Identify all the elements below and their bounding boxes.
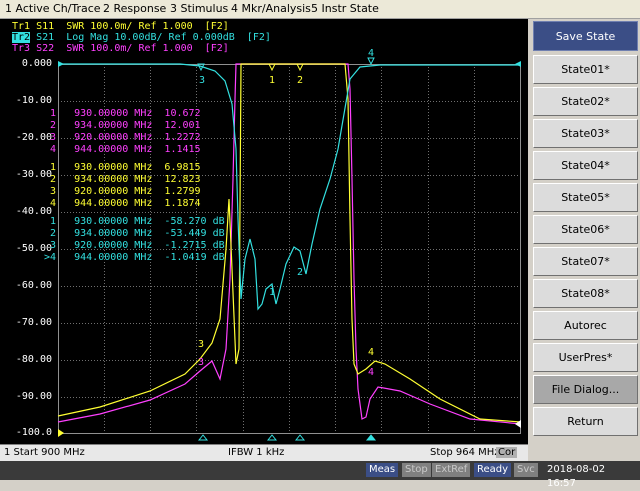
marker-row: 3 920.00000 MHz 1.2799 [50, 186, 201, 197]
marker-label: 4 [368, 347, 374, 358]
marker-row: 1 930.00000 MHz 10.672 [50, 108, 201, 119]
y-axis-label: -10.00 [15, 95, 52, 106]
softkey-state06[interactable]: State06* [533, 215, 638, 244]
marker-label: 2 [297, 267, 303, 278]
marker-row: 2 934.00000 MHz -53.449 dB [50, 228, 225, 239]
marker-row: 4 944.00000 MHz 1.1415 [50, 144, 201, 155]
softkey-return[interactable]: Return [533, 407, 638, 436]
channel-status-line: 1 Start 900 MHz IFBW 1 kHz Stop 964 MHz … [0, 444, 528, 461]
trace-label-tr2[interactable]: Tr2 S21 Log Mag 10.00dB/ Ref 0.000dB [F2… [12, 32, 271, 43]
stop-indicator: Stop [402, 463, 431, 477]
marker-row: 4 944.00000 MHz 1.1874 [50, 198, 201, 209]
softkey-state07[interactable]: State07* [533, 247, 638, 276]
start-frequency[interactable]: 1 Start 900 MHz [4, 447, 85, 458]
trace-label-tr1[interactable]: Tr1 S11 SWR 100.0m/ Ref 1.000 [F2] [12, 21, 229, 32]
y-axis-label: -90.00 [15, 391, 52, 402]
ref-arrow-left-icon [58, 61, 64, 67]
marker-row: >4 944.00000 MHz -1.0419 dB [44, 252, 225, 263]
softkey-userpres[interactable]: UserPres* [533, 343, 638, 372]
marker-row: 2 934.00000 MHz 12.001 [50, 120, 201, 131]
softkey-state05[interactable]: State05* [533, 183, 638, 212]
plot-area[interactable]: 3 1 2 4 1 2 3 3 4 4 Tr1 S11 SWR 100.0m/ [0, 19, 528, 444]
bottom-marker-icon [266, 434, 278, 441]
menu-response[interactable]: 2 Response [103, 2, 166, 15]
menu-bar: 1 Active Ch/Trace 2 Response 3 Stimulus … [0, 0, 640, 19]
softkey-autorec[interactable]: Autorec [533, 311, 638, 340]
softkey-state04[interactable]: State04* [533, 151, 638, 180]
softkey-state02[interactable]: State02* [533, 87, 638, 116]
menu-stimulus[interactable]: 3 Stimulus [170, 2, 228, 15]
ready-indicator: Ready [474, 463, 512, 477]
bottom-marker-icon [365, 434, 377, 441]
bottom-marker-icon [197, 434, 209, 441]
marker-row: 3 920.00000 MHz 1.2272 [50, 132, 201, 143]
marker-label: 3 [198, 339, 204, 350]
marker-label: 3 [199, 75, 205, 86]
softkey-file-dialog[interactable]: File Dialog... [533, 375, 638, 404]
marker-row: 1 930.00000 MHz -58.270 dB [50, 216, 225, 227]
correction-indicator: Cor [496, 447, 518, 458]
marker-row: 3 920.00000 MHz -1.2715 dB [50, 240, 225, 251]
y-axis-label: -80.00 [15, 354, 52, 365]
ref-arrow-right-icon [515, 61, 521, 67]
trace-label-tr3[interactable]: Tr3 S22 SWR 100.0m/ Ref 1.000 [F2] [12, 43, 229, 54]
y-axis-label: 0.000 [21, 58, 52, 69]
y-axis-label: -40.00 [15, 206, 52, 217]
instrument-status-bar: Meas Stop ExtRef Ready Svc 2018-08-02 16… [0, 461, 640, 489]
softkey-state08[interactable]: State08* [533, 279, 638, 308]
bottom-marker-row [197, 434, 377, 441]
softkey-panel: Save State State01* State02* State03* St… [531, 19, 640, 460]
marker-label: 4 [368, 48, 374, 59]
marker-label: 2 [297, 75, 303, 86]
menu-instr-state[interactable]: 5 Instr State [311, 2, 379, 15]
y-axis-label: -30.00 [15, 169, 52, 180]
marker-label: 3 [198, 357, 204, 368]
marker-row: 2 934.00000 MHz 12.823 [50, 174, 201, 185]
meas-indicator: Meas [366, 463, 399, 477]
ifbw-value[interactable]: IFBW 1 kHz [228, 447, 284, 458]
svc-indicator: Svc [514, 463, 538, 477]
menu-active-ch-trace[interactable]: 1 Active Ch/Trace [5, 2, 101, 15]
date-time: 2018-08-02 16:57 [547, 464, 606, 489]
softkey-state01[interactable]: State01* [533, 55, 638, 84]
marker-label: 1 [269, 75, 275, 86]
marker-label: 1 [269, 287, 275, 298]
y-axis-label: -100.0 [15, 427, 52, 438]
softkey-state03[interactable]: State03* [533, 119, 638, 148]
stop-frequency[interactable]: Stop 964 MHz [430, 447, 500, 458]
y-axis-label: -60.00 [15, 280, 52, 291]
ref-arrow-left-icon [58, 429, 64, 437]
menu-mkr-analysis[interactable]: 4 Mkr/Analysis [231, 2, 311, 15]
y-axis-label: -20.00 [15, 132, 52, 143]
marker-row: 1 930.00000 MHz 6.9815 [50, 162, 201, 173]
softkey-save-state-title: Save State [533, 21, 638, 51]
marker-label: 4 [368, 367, 374, 378]
extref-indicator: ExtRef [432, 463, 471, 477]
bottom-marker-icon [294, 434, 306, 441]
y-axis-label: -70.00 [15, 317, 52, 328]
